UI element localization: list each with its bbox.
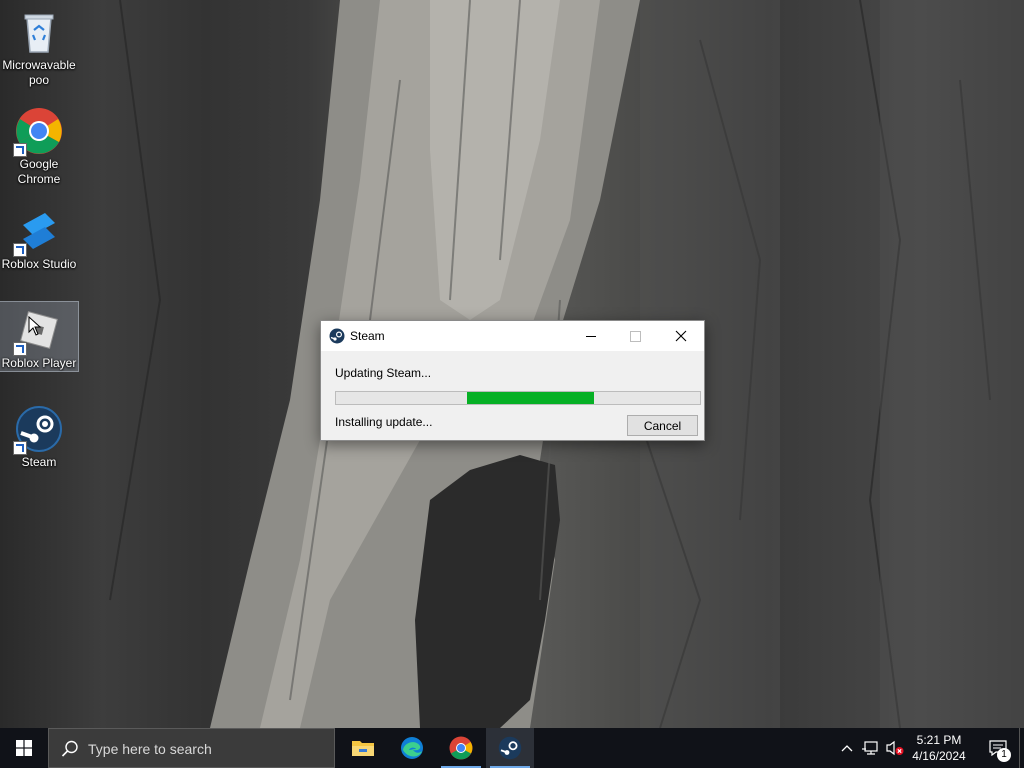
desktop-icon-roblox-studio[interactable]: Roblox Studio — [0, 203, 78, 272]
desktop-icon-label: Steam — [21, 455, 57, 469]
taskbar-search-box[interactable]: Type here to search — [48, 728, 335, 768]
start-button[interactable] — [0, 728, 48, 768]
network-status-button[interactable] — [860, 728, 882, 768]
windows-logo-icon — [16, 740, 32, 756]
volume-button[interactable] — [884, 728, 906, 768]
progress-fill — [467, 392, 595, 404]
network-icon — [862, 741, 878, 755]
search-placeholder: Type here to search — [88, 741, 212, 757]
maximize-button — [613, 321, 658, 351]
update-substatus-text: Installing update... — [335, 415, 433, 429]
shortcut-arrow-icon — [13, 243, 27, 257]
clock-date: 4/16/2024 — [912, 749, 966, 763]
desktop-icon-label: Microwavable poo — [2, 58, 76, 87]
chrome-icon — [449, 736, 473, 760]
action-center-button[interactable]: 1 — [978, 728, 1018, 768]
recycle-bin-icon — [15, 8, 63, 56]
steam-icon — [329, 328, 345, 344]
volume-muted-icon — [886, 740, 904, 756]
mouse-cursor-icon — [28, 315, 42, 339]
steam-update-dialog: Steam Updating Steam... Installing updat… — [320, 320, 705, 441]
update-status-text: Updating Steam... — [335, 366, 432, 380]
close-button[interactable] — [658, 321, 703, 351]
cancel-button[interactable]: Cancel — [627, 415, 698, 436]
show-hidden-icons-button[interactable] — [838, 728, 856, 768]
desktop-icon-label: Google Chrome — [17, 157, 61, 186]
folder-icon — [352, 741, 374, 756]
notification-count-badge: 1 — [997, 748, 1011, 762]
minimize-icon — [585, 335, 596, 337]
shortcut-arrow-icon — [13, 143, 27, 157]
dialog-titlebar[interactable]: Steam — [321, 321, 704, 351]
taskbar-chrome[interactable] — [437, 728, 485, 768]
show-desktop-button[interactable] — [1019, 728, 1024, 768]
shortcut-arrow-icon — [13, 342, 27, 356]
steam-icon — [13, 405, 63, 455]
steam-icon — [498, 736, 522, 760]
taskbar-edge[interactable] — [388, 728, 436, 768]
edge-icon — [401, 737, 423, 759]
desktop-icon-label: Roblox Studio — [1, 257, 77, 271]
maximize-icon — [630, 330, 641, 342]
desktop-icon-recycle-bin[interactable]: Microwavable poo — [0, 4, 78, 88]
desktop-icon-steam[interactable]: Steam — [0, 401, 78, 470]
minimize-button[interactable] — [568, 321, 613, 351]
desktop-icon-label: Roblox Player — [1, 356, 77, 370]
chevron-up-icon — [841, 745, 853, 752]
clock-time: 5:21 PM — [916, 733, 962, 747]
taskbar-file-explorer[interactable] — [339, 728, 387, 768]
desktop-icon-google-chrome[interactable]: Google Chrome — [0, 103, 78, 187]
dialog-title: Steam — [350, 329, 385, 343]
shortcut-arrow-icon — [13, 441, 27, 455]
taskbar-steam[interactable] — [486, 728, 534, 768]
update-progress-bar — [335, 391, 701, 405]
taskbar-clock[interactable]: 5:21 PM 4/16/2024 — [906, 728, 972, 768]
taskbar: Type here to search 5:21 PM 4/16/2024 1 — [0, 728, 1024, 768]
roblox-studio-icon — [13, 207, 63, 257]
close-icon — [675, 330, 686, 342]
chrome-icon — [13, 107, 63, 157]
search-icon — [61, 740, 78, 757]
